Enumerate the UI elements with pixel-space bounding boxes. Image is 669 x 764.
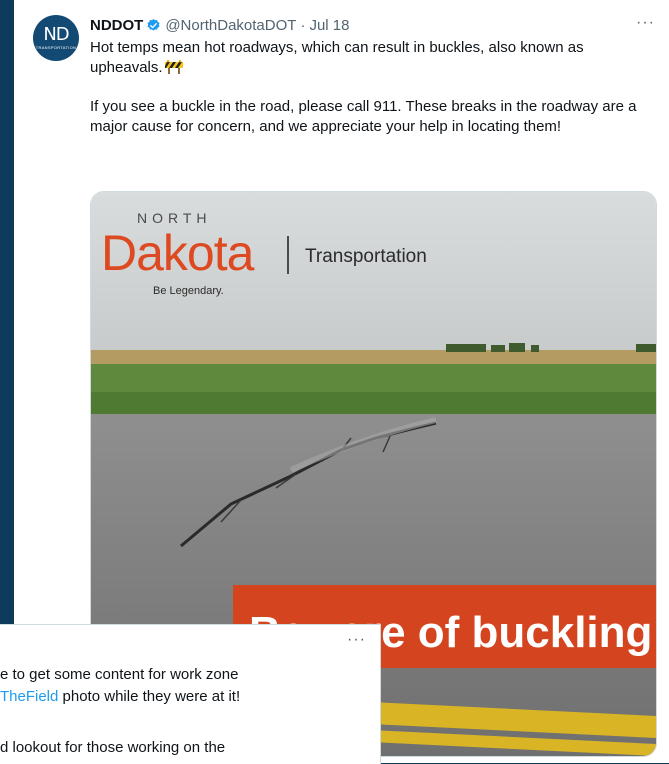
overlap-text-line-1: e to get some content for work zone	[0, 666, 239, 683]
logo-north: NORTH	[137, 210, 212, 226]
overlapping-tweet-card[interactable]: ··· e to get some content for work zone …	[0, 624, 381, 764]
logo-tagline: Be Legendary.	[153, 285, 224, 297]
tweet-paragraph-2: If you see a buckle in the road, please …	[90, 98, 637, 135]
verified-badge-icon	[147, 18, 160, 31]
overlap-text-line-2: TheField photo while they were at it!	[0, 688, 241, 705]
tweet-header: NDDOT @NorthDakotaDOT · Jul 18	[90, 17, 349, 34]
avatar[interactable]: ND TRANSPORTATION	[33, 15, 79, 61]
overlap-text-line-3: d lookout for those working on the	[0, 739, 226, 756]
tweet-text: Hot temps mean hot roadways, which can r…	[90, 38, 655, 137]
construction-barrier-icon	[164, 60, 183, 74]
tweet-date[interactable]: Jul 18	[309, 17, 349, 34]
logo-dakota: Dakota	[101, 225, 255, 281]
separator-dot: ·	[300, 17, 306, 34]
more-options-icon[interactable]: ···	[347, 631, 366, 649]
more-options-icon[interactable]: ···	[636, 14, 655, 32]
logo-divider	[287, 236, 289, 274]
display-name[interactable]: NDDOT	[90, 17, 143, 34]
avatar-initials: ND	[43, 24, 69, 45]
tweet-paragraph-1: Hot temps mean hot roadways, which can r…	[90, 39, 584, 76]
logo-transportation: Transportation	[305, 246, 427, 267]
avatar-subtext: TRANSPORTATION	[35, 45, 77, 50]
hashtag-link[interactable]: TheField	[0, 688, 58, 705]
handle[interactable]: @NorthDakotaDOT	[165, 17, 296, 34]
